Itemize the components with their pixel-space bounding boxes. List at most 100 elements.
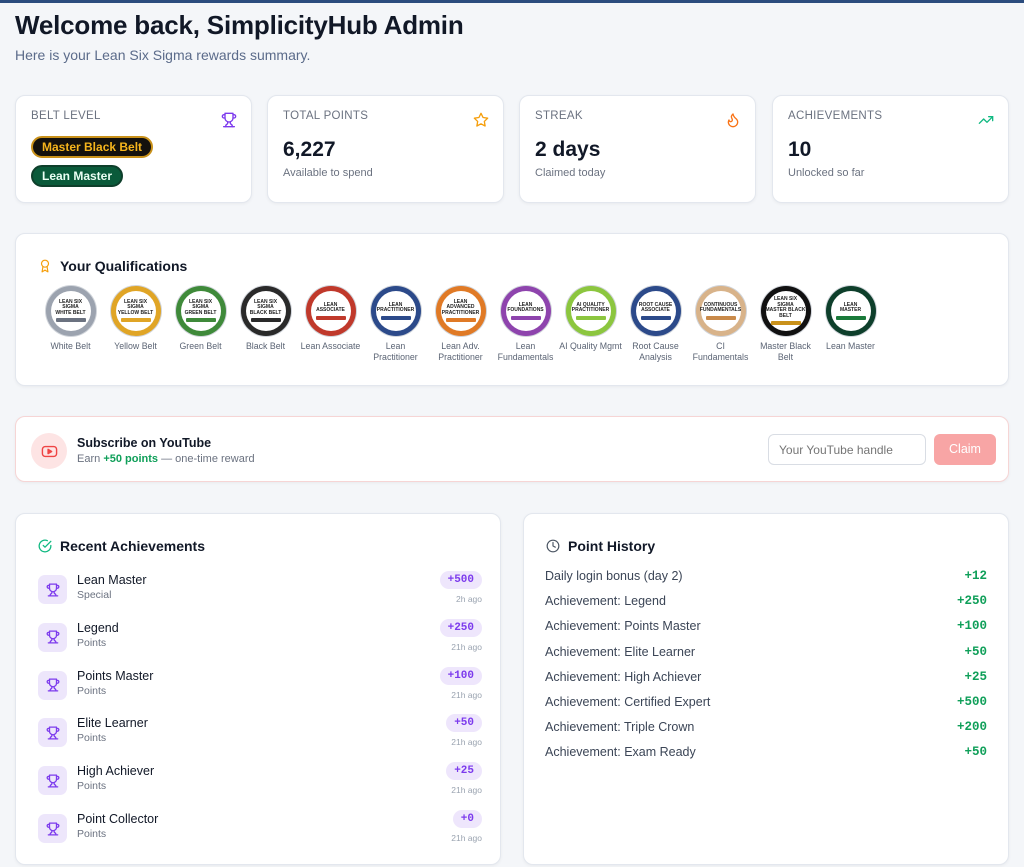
achievement-category: Points (77, 780, 107, 793)
qualification-item: LEAN FOUNDATIONS Lean Fundamentals (493, 286, 558, 362)
seal-band (705, 315, 736, 320)
achievement-row: High Achiever Points +25 21h ago (37, 762, 482, 802)
youtube-sub-points: +50 points (103, 453, 159, 465)
award-icon (40, 259, 50, 273)
point-history-row: Achievement: High Achiever +25 (545, 670, 987, 688)
seal-text-bottom: ADVANCED PRACTITIONER (441, 304, 480, 316)
qualifications-list: LEAN SIX SIGMA WHITE BELT White Belt LEAN S… (38, 286, 883, 362)
point-history-row: Achievement: Triple Crown +200 (545, 720, 987, 738)
achievement-name: Legend (77, 620, 119, 635)
qualification-item: LEAN SIX SIGMA YELLOW BELT Yellow Belt (103, 286, 168, 362)
qualification-seal: ROOT CAUSE ASSOCIATE (630, 286, 681, 336)
achievement-name: Elite Learner (77, 716, 148, 731)
point-history-value: +50 (964, 745, 987, 760)
achievement-category: Special (77, 589, 112, 601)
qualification-label: AI Quality Mgmt (559, 341, 622, 351)
point-history-title-text: Point History (568, 538, 656, 554)
recent-achievements-title: Recent Achievements (38, 538, 205, 554)
belt-level-card: BELT LEVEL Master Black Belt Lean Master (15, 95, 252, 203)
youtube-sub-prefix: Earn (77, 453, 101, 465)
qualification-label: Yellow Belt (114, 341, 157, 351)
qualification-seal: LEAN PRACTITIONER (370, 286, 421, 336)
seal-band (575, 315, 606, 320)
point-history-label: Achievement: Elite Learner (545, 644, 696, 659)
achievement-time: 21h ago (451, 737, 482, 748)
qualification-seal: LEAN SIX SIGMA WHITE BELT (45, 286, 96, 336)
seal-text-bottom: FOUNDATIONS (507, 307, 544, 313)
claim-button[interactable]: Claim (934, 434, 996, 465)
seal-text-bottom: FUNDAMENTALS (699, 307, 742, 313)
point-history-label: Achievement: Certified Expert (545, 695, 711, 709)
seal-text-bottom: GREEN BELT (184, 309, 217, 316)
qualification-label: Lean Practitioner (373, 341, 418, 362)
achievement-time: 2h ago (456, 594, 482, 604)
point-history-title: Point History (546, 538, 655, 554)
qualification-item: LEAN ASSOCIATE Lean Associate (298, 286, 363, 362)
trophy-icon (221, 112, 237, 128)
qualification-seal: LEAN ASSOCIATE (305, 286, 356, 336)
point-history-row: Achievement: Certified Expert +500 (545, 695, 987, 713)
seal-face: LEAN MASTER (830, 291, 871, 331)
point-history-label: Achievement: Triple Crown (545, 720, 695, 735)
clock-icon (546, 539, 560, 553)
youtube-handle-input[interactable] (768, 434, 926, 465)
total-points-card: TOTAL POINTS 6,227 Available to spend (267, 95, 504, 203)
achievement-name: Lean Master (77, 573, 147, 587)
seal-text-bottom: ASSOCIATE (316, 307, 345, 313)
trophy-icon (38, 814, 67, 843)
point-history-row: Achievement: Elite Learner +50 (545, 645, 987, 663)
streak-value: 2 days (535, 138, 601, 161)
streak-card: STREAK 2 days Claimed today (519, 95, 756, 203)
achievement-category: Points (77, 684, 107, 697)
seal-band (120, 318, 151, 323)
point-history-row: Achievement: Exam Ready +50 (545, 745, 987, 763)
qualification-label: Lean Master (826, 341, 875, 351)
seal-band (315, 315, 346, 320)
achievement-category: Points (77, 636, 107, 649)
belt-level-label: BELT LEVEL (31, 110, 101, 122)
achievement-row: Legend Points +250 21h ago (37, 618, 482, 659)
achievement-row: Point Collector Points +0 21h ago (37, 810, 482, 850)
qualification-item: LEAN SIX SIGMA MASTER BLACK BELT Master Bl… (753, 286, 818, 362)
point-history-label: Daily login bonus (day 2) (545, 569, 683, 583)
achievement-points-badge: +250 (439, 618, 482, 637)
achievement-time: 21h ago (451, 689, 482, 700)
achievement-points-badge: +25 (446, 762, 482, 781)
trophy-icon (38, 622, 67, 652)
streak-label: STREAK (535, 110, 583, 122)
seal-text-bottom: YELLOW BELT (117, 309, 154, 316)
qualification-item: LEAN PRACTITIONER Lean Practitioner (363, 286, 428, 362)
total-points-sub: Available to spend (283, 167, 373, 179)
streak-sub: Claimed today (535, 167, 606, 179)
qualification-label: CI Fundamentals (692, 341, 749, 362)
seal-band (55, 318, 86, 323)
seal-text-bottom: PRACTITIONER (376, 307, 415, 313)
qualification-seal: LEAN SIX SIGMA GREEN BELT (175, 286, 226, 336)
seal-text-bottom: WHITE BELT (55, 309, 86, 316)
qualification-label: Root Cause Analysis (632, 341, 679, 362)
qualification-seal: LEAN SIX SIGMA YELLOW BELT (110, 286, 161, 336)
youtube-title: Subscribe on YouTube (77, 436, 212, 450)
qualification-item: ROOT CAUSE ASSOCIATE Root Cause Analysis (623, 286, 688, 362)
point-history-card: Point History Daily login bonus (day 2) +… (523, 513, 1009, 865)
qualification-seal: AI QUALITY PRACTITIONER (565, 286, 616, 336)
qualification-item: LEAN ADVANCED PRACTITIONER Lean Adv. Pract… (428, 286, 493, 362)
point-history-label: Achievement: High Achiever (545, 669, 702, 684)
seal-band (770, 321, 801, 325)
qualification-item: LEAN SIX SIGMA BLACK BELT Black Belt (233, 286, 298, 362)
page-title: Welcome back, SimplicityHub Admin (15, 10, 464, 40)
achievement-name: High Achiever (77, 764, 155, 779)
qualification-seal: CONTINUOUS FUNDAMENTALS (695, 286, 746, 336)
achievements-label: ACHIEVEMENTS (788, 110, 883, 122)
page-subtitle: Here is your Lean Six Sigma rewards summ… (15, 47, 311, 63)
seal-text-bottom: PRACTITIONER (571, 307, 610, 313)
seal-face: LEAN SIX SIGMA YELLOW BELT (115, 291, 156, 331)
qualification-item: CONTINUOUS FUNDAMENTALS CI Fundamentals (688, 286, 753, 362)
seal-face: LEAN SIX SIGMA WHITE BELT (50, 291, 91, 331)
seal-band (640, 315, 671, 320)
seal-band (835, 315, 866, 320)
seal-face: LEAN PRACTITIONER (375, 291, 416, 331)
youtube-sub-suffix: — one-time reward (161, 453, 255, 465)
qualification-seal: LEAN SIX SIGMA MASTER BLACK BELT (760, 286, 811, 336)
achievement-row: Elite Learner Points +50 21h ago (37, 714, 482, 754)
